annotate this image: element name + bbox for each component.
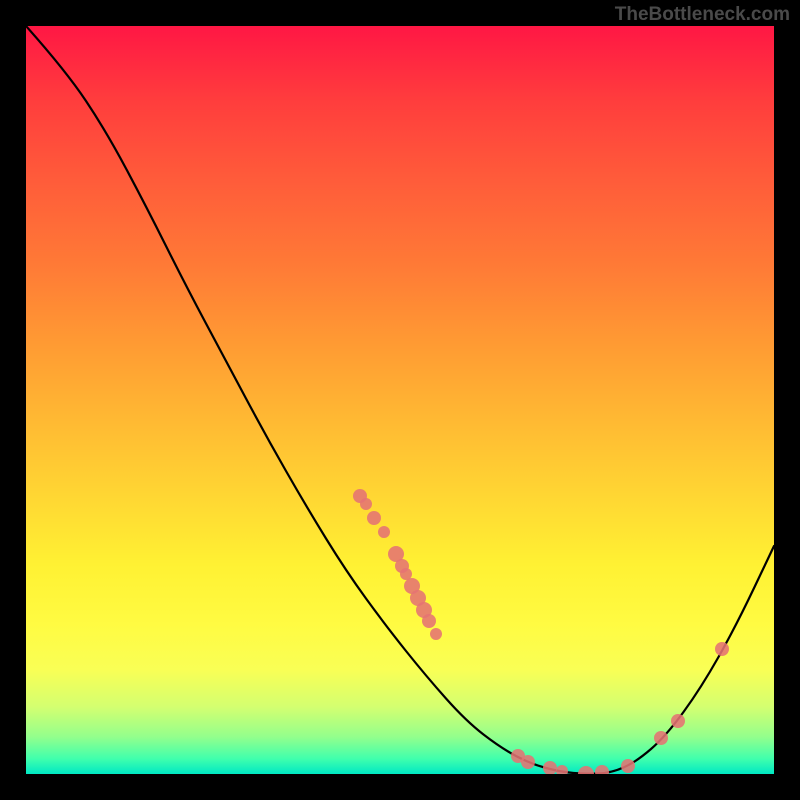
- data-point: [511, 749, 525, 763]
- data-point: [595, 765, 609, 774]
- watermark-label: TheBottleneck.com: [615, 4, 790, 26]
- data-point: [621, 759, 635, 773]
- data-point: [654, 731, 668, 745]
- plot-area: [26, 26, 774, 774]
- data-point: [556, 765, 568, 774]
- data-point: [400, 568, 412, 580]
- data-point: [521, 755, 535, 769]
- data-point: [410, 590, 426, 606]
- data-point: [367, 511, 381, 525]
- data-point: [543, 761, 557, 774]
- data-point: [404, 578, 420, 594]
- chart-svg: [26, 26, 774, 774]
- data-point: [388, 546, 404, 562]
- data-point: [416, 602, 432, 618]
- data-dots: [353, 489, 729, 774]
- data-point: [353, 489, 367, 503]
- data-point: [578, 766, 594, 774]
- chart-container: TheBottleneck.com: [0, 0, 800, 800]
- bottleneck-curve: [26, 26, 774, 774]
- data-point: [671, 714, 685, 728]
- data-point: [378, 526, 390, 538]
- data-point: [430, 628, 442, 640]
- data-point: [422, 614, 436, 628]
- data-point: [360, 498, 372, 510]
- data-point: [715, 642, 729, 656]
- data-point: [395, 559, 409, 573]
